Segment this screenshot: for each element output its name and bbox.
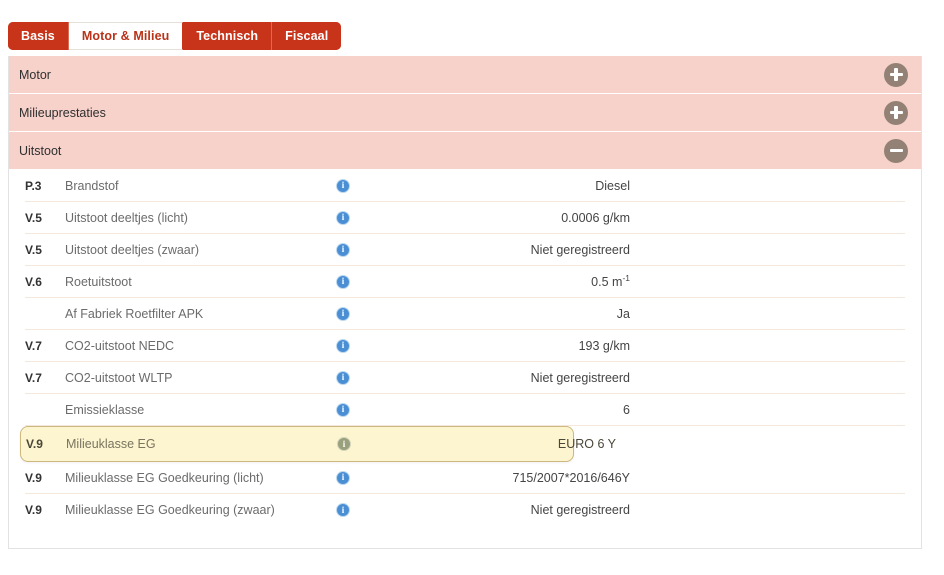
plus-icon[interactable] — [884, 62, 908, 87]
info-icon[interactable]: i — [337, 437, 351, 451]
row-info-cell: i — [335, 338, 415, 353]
tab-motor-milieu[interactable]: Motor & Milieu — [68, 22, 184, 50]
row-info-cell: i — [335, 178, 415, 193]
section-header-uitstoot[interactable]: Uitstoot — [9, 132, 921, 170]
row-value: Ja — [415, 307, 630, 321]
row-info-cell: i — [335, 503, 415, 517]
row-value: EURO 6 Y — [416, 437, 616, 451]
table-row[interactable]: V.7 CO2-uitstoot NEDC i 193 g/km — [25, 330, 905, 362]
row-value-text: 193 g/km — [578, 338, 630, 353]
row-value-text: 0.5 m — [591, 274, 623, 289]
row-label: CO2-uitstoot NEDC — [65, 338, 175, 353]
row-value: Niet geregistreerd — [415, 371, 630, 385]
row-code: V.9 — [26, 437, 43, 451]
row-value-superscript: -1 — [622, 272, 630, 283]
table-row[interactable]: V.6 Roetuitstoot i 0.5 m-1 — [25, 266, 905, 298]
row-value: 715/2007*2016/646Y — [415, 471, 630, 485]
tab-fiscaal[interactable]: Fiscaal — [272, 22, 342, 50]
table-row[interactable]: V.9 Milieuklasse EG Goedkeuring (zwaar) i N… — [25, 494, 905, 526]
info-icon[interactable]: i — [336, 470, 350, 485]
row-info-cell: i — [335, 402, 415, 417]
tab-basis[interactable]: Basis — [8, 22, 69, 50]
row-value: 0.0006 g/km — [415, 211, 630, 225]
table-row[interactable]: Af Fabriek Roetfilter APK i Ja — [25, 298, 905, 330]
row-value-text: EURO 6 Y — [557, 437, 616, 451]
table-row[interactable]: V.7 CO2-uitstoot WLTP i Niet geregistreerd — [25, 362, 905, 394]
row-label: Emissieklasse — [65, 402, 145, 417]
row-info-cell: i — [335, 306, 415, 321]
section-header-motor[interactable]: Motor — [9, 56, 921, 94]
row-code: V.5 — [25, 210, 42, 225]
row-info-cell: i — [336, 437, 416, 451]
motor-milieu-panel: Motor Milieuprestaties Uitstoot P.3 Brandsto… — [8, 56, 922, 549]
info-icon[interactable]: i — [336, 370, 350, 385]
row-value-text: 0.0006 g/km — [561, 210, 630, 225]
row-label: Brandstof — [65, 178, 119, 193]
info-icon[interactable]: i — [336, 178, 350, 193]
row-code: V.9 — [25, 470, 42, 485]
table-row-highlighted[interactable]: V.9 Milieuklasse EG i EURO 6 Y — [20, 426, 616, 462]
row-label: Milieuklasse EG — [66, 437, 156, 451]
toggle-bar-vertical — [894, 68, 898, 81]
row-value: Niet geregistreerd — [415, 243, 630, 257]
row-value-text: 6 — [623, 402, 630, 417]
row-code: V.7 — [25, 338, 42, 353]
info-icon[interactable]: i — [336, 242, 350, 257]
row-info-cell: i — [335, 370, 415, 385]
row-label: Af Fabriek Roetfilter APK — [65, 306, 204, 321]
table-row[interactable]: V.9 Milieuklasse EG Goedkeuring (licht) i 7… — [25, 462, 905, 494]
row-value: 6 — [415, 403, 630, 417]
row-value-text: Niet geregistreerd — [530, 503, 630, 517]
section-header-milieuprestaties[interactable]: Milieuprestaties — [9, 94, 921, 132]
row-value: 0.5 m-1 — [415, 272, 630, 289]
table-row[interactable]: P.3 Brandstof i Diesel — [25, 170, 905, 202]
minus-icon[interactable] — [884, 138, 908, 163]
tab-technisch[interactable]: Technisch — [183, 22, 273, 50]
info-icon[interactable]: i — [336, 306, 350, 321]
info-icon[interactable]: i — [336, 402, 350, 417]
vehicle-details-page: Basis Motor & Milieu Technisch Fiscaal Moto… — [0, 0, 944, 575]
table-row[interactable]: V.5 Uitstoot deeltjes (licht) i 0.0006 g/km — [25, 202, 905, 234]
table-row[interactable]: V.5 Uitstoot deeltjes (zwaar) i Niet geregi… — [25, 234, 905, 266]
row-code: V.5 — [25, 242, 42, 257]
row-label: Roetuitstoot — [65, 274, 132, 289]
row-value: Diesel — [415, 179, 630, 193]
row-value-text: Niet geregistreerd — [530, 242, 630, 257]
section-title: Motor — [19, 67, 51, 82]
data-rows-container: P.3 Brandstof i Diesel V.5 Uitstoot deeltjes … — [9, 170, 921, 548]
row-label: Milieuklasse EG Goedkeuring (licht) — [65, 470, 264, 485]
row-value: 193 g/km — [415, 339, 630, 353]
row-value-text: Niet geregistreerd — [530, 370, 630, 385]
row-code: V.9 — [25, 503, 42, 517]
row-info-cell: i — [335, 470, 415, 485]
row-label: Uitstoot deeltjes (zwaar) — [65, 242, 200, 257]
row-value-text: Diesel — [595, 178, 630, 193]
info-icon[interactable]: i — [336, 210, 350, 225]
row-code: V.6 — [25, 274, 42, 289]
info-icon[interactable]: i — [336, 338, 350, 353]
section-title: Milieuprestaties — [19, 105, 106, 120]
row-info-cell: i — [335, 210, 415, 225]
row-label: Milieuklasse EG Goedkeuring (zwaar) — [65, 503, 275, 517]
toggle-bar-vertical — [894, 106, 898, 119]
accordion-sections: Motor Milieuprestaties Uitstoot P.3 Brandsto… — [9, 56, 921, 548]
toggle-bar-horizontal — [889, 148, 903, 153]
row-value-text: Ja — [616, 306, 630, 321]
row-info-cell: i — [335, 274, 415, 289]
info-icon[interactable]: i — [336, 274, 350, 289]
table-row[interactable]: Emissieklasse i 6 — [25, 394, 905, 426]
row-value: Niet geregistreerd — [415, 503, 630, 517]
row-code: V.7 — [25, 370, 42, 385]
info-icon[interactable]: i — [336, 503, 350, 517]
row-info-cell: i — [335, 242, 415, 257]
section-title: Uitstoot — [19, 143, 62, 158]
plus-icon[interactable] — [884, 100, 908, 125]
row-label: Uitstoot deeltjes (licht) — [65, 210, 188, 225]
row-code: P.3 — [25, 178, 42, 193]
main-tab-bar: Basis Motor & Milieu Technisch Fiscaal — [8, 22, 342, 50]
row-label: CO2-uitstoot WLTP — [65, 370, 173, 385]
row-value-text: 715/2007*2016/646Y — [512, 470, 630, 485]
